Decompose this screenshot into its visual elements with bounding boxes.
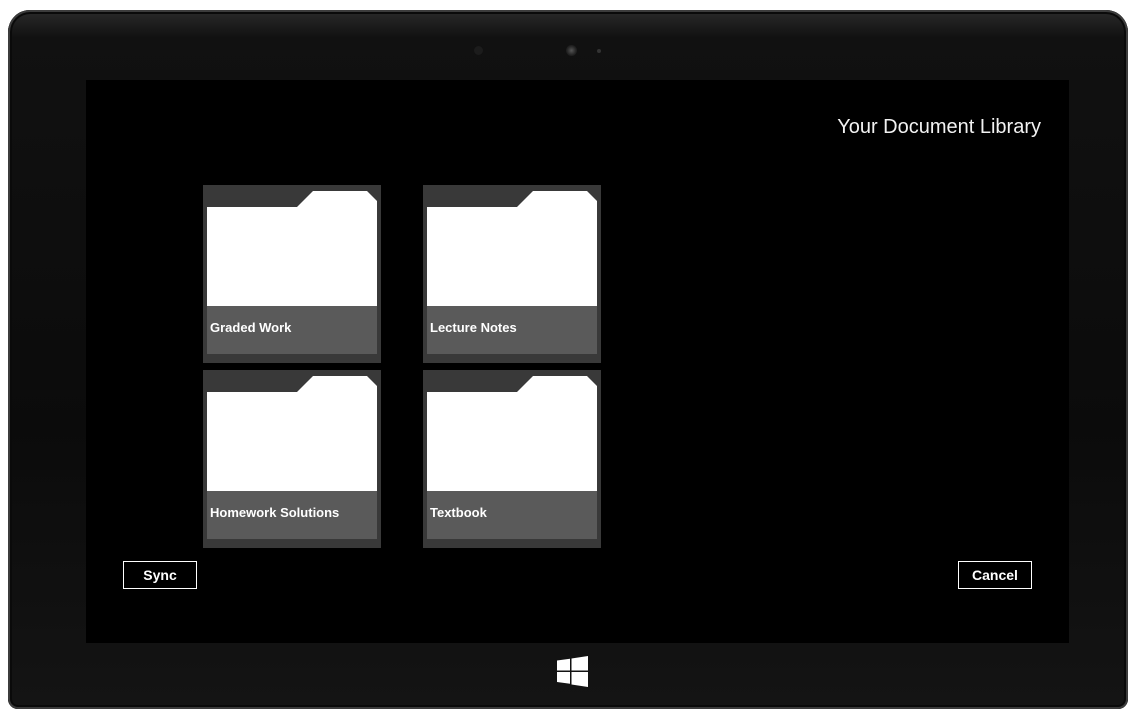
page-title: Your Document Library: [837, 116, 1041, 138]
app-screen: Your Document Library Graded Work Lectur…: [86, 80, 1069, 643]
sensor-dot: [474, 46, 483, 55]
folder-label: Lecture Notes: [427, 306, 597, 354]
sync-button[interactable]: Sync: [123, 561, 197, 589]
folder-tile-graded-work[interactable]: Graded Work: [203, 185, 381, 363]
tablet-frame: Your Document Library Graded Work Lectur…: [8, 10, 1128, 709]
folder-tile-textbook[interactable]: Textbook: [423, 370, 601, 548]
camera-icon: [566, 45, 577, 56]
folder-tile-lecture-notes[interactable]: Lecture Notes: [423, 185, 601, 363]
cancel-button[interactable]: Cancel: [958, 561, 1032, 589]
folder-label: Homework Solutions: [207, 491, 377, 539]
folder-label: Graded Work: [207, 306, 377, 354]
windows-logo-icon[interactable]: [557, 656, 588, 687]
folder-tile-homework-solutions[interactable]: Homework Solutions: [203, 370, 381, 548]
folder-label: Textbook: [427, 491, 597, 539]
camera-led: [597, 49, 601, 53]
